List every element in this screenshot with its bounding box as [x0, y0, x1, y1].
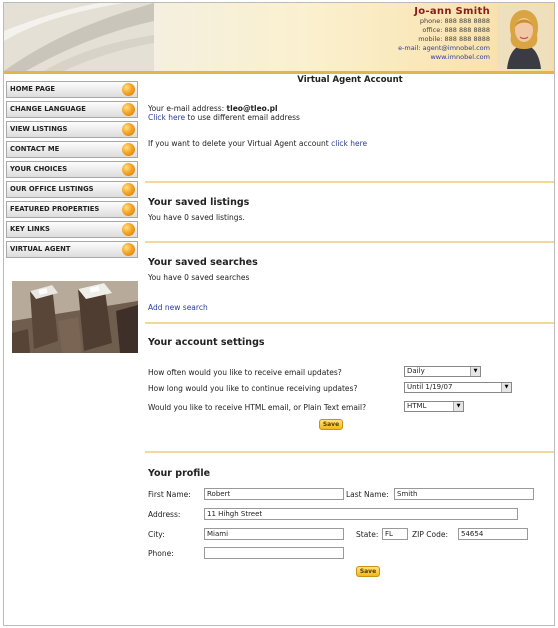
orange-orb-icon — [122, 83, 135, 96]
duration-select[interactable]: Until 1/19/07 ▼ — [404, 382, 512, 393]
sidebar-nav: HOME PAGE CHANGE LANGUAGE VIEW LISTINGS … — [6, 81, 138, 353]
city-label: City: — [148, 530, 165, 539]
sidebar-item-label: FEATURED PROPERTIES — [10, 205, 100, 213]
profile-heading: Your profile — [148, 468, 211, 479]
address-label: Address: — [148, 510, 181, 519]
section-divider — [145, 241, 554, 243]
change-email-link[interactable]: Click here — [148, 113, 185, 122]
agent-contact-block: Jo-ann Smith phone: 888 888 8888 office:… — [398, 7, 490, 62]
last-name-field[interactable] — [394, 488, 534, 500]
sidebar-item-label: HOME PAGE — [10, 85, 56, 93]
settings-save-button[interactable]: Save — [319, 419, 343, 430]
first-name-field[interactable] — [204, 488, 344, 500]
format-question: Would you like to receive HTML email, or… — [148, 403, 367, 412]
account-settings-heading: Your account settings — [148, 337, 265, 348]
email-line: Your e-mail address: tleo@tleo.pl — [148, 104, 278, 113]
agent-name: Jo-ann Smith — [414, 6, 490, 17]
sidebar-item-change-language[interactable]: CHANGE LANGUAGE — [6, 101, 138, 118]
section-divider — [145, 322, 554, 324]
agent-email-link[interactable]: e-mail: agent@imnobel.com — [398, 44, 490, 53]
last-name-label: Last Name: — [346, 490, 389, 499]
duration-question: How long would you like to continue rece… — [148, 384, 358, 393]
header-swoosh-graphic — [4, 3, 154, 71]
change-email-text: to use different email address — [185, 113, 300, 122]
sidebar-item-your-choices[interactable]: YOUR CHOICES — [6, 161, 138, 178]
sidebar-item-featured-properties[interactable]: FEATURED PROPERTIES — [6, 201, 138, 218]
section-divider — [145, 451, 554, 453]
city-field[interactable] — [204, 528, 344, 540]
orange-orb-icon — [122, 223, 135, 236]
page-title: Virtual Agent Account — [297, 75, 403, 85]
city-aerial-photo — [12, 281, 138, 353]
orange-orb-icon — [122, 163, 135, 176]
email-value: tleo@tleo.pl — [226, 104, 278, 113]
duration-selected-value: Until 1/19/07 — [407, 383, 453, 391]
page-frame: Jo-ann Smith phone: 888 888 8888 office:… — [3, 2, 555, 626]
chevron-down-icon: ▼ — [453, 402, 463, 411]
state-label: State: — [356, 530, 379, 539]
sidebar-item-label: CHANGE LANGUAGE — [10, 105, 86, 113]
chevron-down-icon: ▼ — [501, 383, 511, 392]
delete-account-text: If you want to delete your Virtual Agent… — [148, 139, 332, 148]
sidebar-item-view-listings[interactable]: VIEW LISTINGS — [6, 121, 138, 138]
state-field[interactable] — [382, 528, 408, 540]
agent-office: office: 888 888 8888 — [422, 26, 490, 34]
zip-label: ZIP Code: — [412, 530, 448, 539]
sidebar-item-label: YOUR CHOICES — [10, 165, 68, 173]
frequency-question: How often would you like to receive emai… — [148, 368, 342, 377]
header-divider — [4, 71, 554, 74]
sidebar-item-contact-me[interactable]: CONTACT ME — [6, 141, 138, 158]
delete-account-line: If you want to delete your Virtual Agent… — [148, 139, 367, 148]
sidebar-item-label: VIRTUAL AGENT — [10, 245, 71, 253]
phone-field[interactable] — [204, 547, 344, 559]
orange-orb-icon — [122, 183, 135, 196]
zip-field[interactable] — [458, 528, 528, 540]
format-select[interactable]: HTML ▼ — [404, 401, 464, 412]
agent-mobile: mobile: 888 888 8888 — [418, 35, 490, 43]
sidebar-item-label: CONTACT ME — [10, 145, 60, 153]
section-divider — [145, 181, 554, 183]
sidebar-item-home-page[interactable]: HOME PAGE — [6, 81, 138, 98]
saved-listings-text: You have 0 saved listings. — [148, 213, 245, 222]
sidebar-item-label: OUR OFFICE LISTINGS — [10, 185, 94, 193]
delete-account-link[interactable]: click here — [331, 139, 367, 148]
first-name-label: First Name: — [148, 490, 191, 499]
agent-phone: phone: 888 888 8888 — [419, 17, 490, 25]
sidebar-item-key-links[interactable]: KEY LINKS — [6, 221, 138, 238]
address-field[interactable] — [204, 508, 518, 520]
saved-listings-heading: Your saved listings — [148, 197, 250, 208]
frequency-select[interactable]: Daily ▼ — [404, 366, 481, 377]
phone-label: Phone: — [148, 549, 174, 558]
agent-website-link[interactable]: www.imnobel.com — [398, 53, 490, 62]
sidebar-item-our-office-listings[interactable]: OUR OFFICE LISTINGS — [6, 181, 138, 198]
sidebar-item-label: KEY LINKS — [10, 225, 50, 233]
change-email-line: Click here to use different email addres… — [148, 113, 300, 122]
frequency-selected-value: Daily — [407, 367, 425, 375]
orange-orb-icon — [122, 143, 135, 156]
email-label: Your e-mail address: — [148, 104, 227, 113]
sidebar-item-label: VIEW LISTINGS — [10, 125, 68, 133]
agent-photo — [497, 5, 551, 69]
orange-orb-icon — [122, 103, 135, 116]
header-banner: Jo-ann Smith phone: 888 888 8888 office:… — [4, 3, 554, 71]
orange-orb-icon — [122, 203, 135, 216]
profile-save-button[interactable]: Save — [356, 566, 380, 577]
saved-searches-text: You have 0 saved searches — [148, 273, 250, 282]
sidebar-item-virtual-agent[interactable]: VIRTUAL AGENT — [6, 241, 138, 258]
orange-orb-icon — [122, 123, 135, 136]
chevron-down-icon: ▼ — [470, 367, 480, 376]
add-new-search-link[interactable]: Add new search — [148, 303, 208, 312]
saved-searches-heading: Your saved searches — [148, 257, 258, 268]
format-selected-value: HTML — [407, 402, 427, 410]
orange-orb-icon — [122, 243, 135, 256]
